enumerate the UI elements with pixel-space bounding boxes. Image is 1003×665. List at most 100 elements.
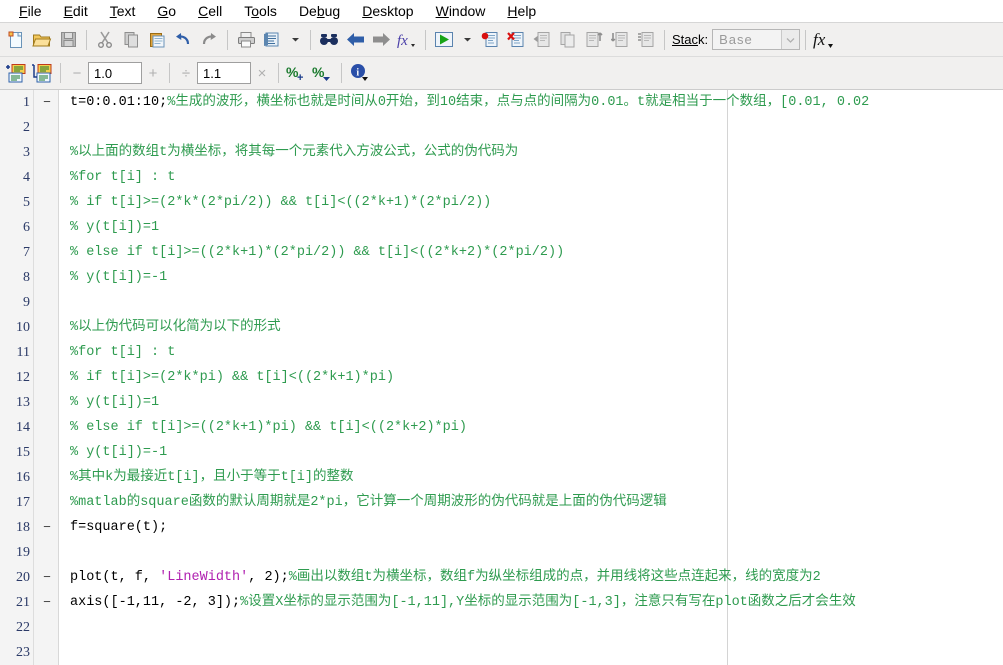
publish-icon[interactable]: [259, 27, 285, 53]
forward-arrow-icon[interactable]: [368, 27, 394, 53]
line-number: 19: [16, 545, 30, 560]
info-icon[interactable]: i: [347, 60, 373, 86]
code-line[interactable]: 14 % else if t[i]>=((2*k+1)*pi) && t[i]<(…: [0, 415, 1003, 440]
line-number: 2: [23, 120, 30, 135]
stack-dropdown[interactable]: Base: [712, 29, 801, 50]
executable-line-marker[interactable]: −: [40, 90, 54, 115]
toolbar-separator: [664, 29, 665, 50]
copy-icon[interactable]: [118, 27, 144, 53]
comment-decrease-icon[interactable]: %: [310, 60, 336, 86]
menu-item-cell[interactable]: Cell: [187, 1, 233, 21]
menu-item-desktop[interactable]: Desktop: [351, 1, 424, 21]
code-line[interactable]: 6 % y(t[i])=1: [0, 215, 1003, 240]
executable-line-marker[interactable]: −: [40, 515, 54, 540]
multiply-factor-input[interactable]: [197, 62, 251, 84]
decrease-button[interactable]: −: [66, 65, 88, 82]
toolbar-separator: [227, 29, 228, 50]
code-segment-comment: %for t[i] : t: [70, 345, 176, 360]
divide-factor-input[interactable]: [88, 62, 142, 84]
undo-icon[interactable]: [170, 27, 196, 53]
save-icon[interactable]: [55, 27, 81, 53]
increase-button[interactable]: +: [142, 65, 164, 82]
publish-dropdown-icon[interactable]: [285, 27, 305, 53]
code-line[interactable]: 21− axis([-1,11, -2, 3]);%设置X坐标的显示范围为[-1,…: [0, 590, 1003, 615]
code-line[interactable]: 19: [0, 540, 1003, 565]
code-line[interactable]: 20− plot(t, f, 'LineWidth', 2);%画出以数组t为横坐…: [0, 565, 1003, 590]
code-text: %for t[i] : t: [70, 165, 175, 190]
divide-button[interactable]: ÷: [175, 65, 197, 82]
menu-item-file[interactable]: File: [8, 1, 53, 21]
line-number: 20: [16, 570, 30, 585]
code-line[interactable]: 3 %以上面的数组t为横坐标，将其每一个元素代入方波公式，公式的伪代码为: [0, 140, 1003, 165]
code-text: % else if t[i]>=((2*k+1)*pi) && t[i]<((2…: [70, 415, 467, 440]
line-number: 6: [23, 220, 30, 235]
code-line[interactable]: 9: [0, 290, 1003, 315]
code-line[interactable]: 5 % if t[i]>=(2*k*(2*pi/2)) && t[i]<((2*k…: [0, 190, 1003, 215]
line-number: 8: [23, 270, 30, 285]
find-icon[interactable]: [316, 27, 342, 53]
menu-item-debug[interactable]: Debug: [288, 1, 351, 21]
executable-line-marker[interactable]: −: [40, 590, 54, 615]
code-line[interactable]: 1− t=0:0.01:10;%生成的波形，横坐标也就是时间从0开始，到10结束，…: [0, 90, 1003, 115]
code-segment-code: , 2);: [248, 570, 289, 585]
code-segment-comment: %for t[i] : t: [70, 170, 176, 185]
menu-item-go[interactable]: Go: [146, 1, 187, 21]
menu-item-help[interactable]: Help: [496, 1, 547, 21]
run-icon[interactable]: [431, 27, 457, 53]
main-toolbar: fx Stack: Base fx: [0, 23, 1003, 57]
code-line[interactable]: 2: [0, 115, 1003, 140]
step-out-icon[interactable]: [581, 27, 607, 53]
clear-breakpoints-icon[interactable]: [503, 27, 529, 53]
code-line[interactable]: 7 % else if t[i]>=((2*k+1)*(2*pi/2)) && t…: [0, 240, 1003, 265]
open-folder-icon[interactable]: [29, 27, 55, 53]
toolbar-separator: [60, 63, 61, 83]
code-line[interactable]: 12 % if t[i]>=(2*k*pi) && t[i]<((2*k+1)*p…: [0, 365, 1003, 390]
code-segment-comment: % if t[i]>=(2*k*pi) && t[i]<((2*k+1)*pi): [70, 370, 395, 385]
code-segment-comment: % y(t[i])=-1: [70, 270, 168, 285]
code-line[interactable]: 17 %matlab的square函数的默认周期就是2*pi，它计算一个周期波形的…: [0, 490, 1003, 515]
code-line[interactable]: 16 %其中k为最接近t[i]，且小于等于t[i]的整数: [0, 465, 1003, 490]
code-line[interactable]: 4 %for t[i] : t: [0, 165, 1003, 190]
code-lines: 1− t=0:0.01:10;%生成的波形，横坐标也就是时间从0开始，到10结束，…: [0, 90, 1003, 665]
back-arrow-icon[interactable]: [342, 27, 368, 53]
step-icon[interactable]: [555, 27, 581, 53]
menu-item-edit[interactable]: Edit: [53, 1, 99, 21]
insert-cell-break-icon[interactable]: [29, 60, 55, 86]
step-in-icon[interactable]: [529, 27, 555, 53]
toolbar-separator: [278, 63, 279, 83]
line-number: 10: [16, 320, 30, 335]
comment-increase-icon[interactable]: % +: [284, 60, 310, 86]
multiply-button[interactable]: ×: [251, 65, 273, 82]
code-line[interactable]: 8 % y(t[i])=-1: [0, 265, 1003, 290]
insert-cell-icon[interactable]: [3, 60, 29, 86]
code-line[interactable]: 18− f=square(t);: [0, 515, 1003, 540]
continue-icon[interactable]: [607, 27, 633, 53]
code-segment-comment: %matlab的square函数的默认周期就是2*pi，它计算一个周期波形的伪代…: [70, 495, 667, 510]
toolbar-separator: [341, 63, 342, 83]
paste-icon[interactable]: [144, 27, 170, 53]
executable-line-marker[interactable]: −: [40, 565, 54, 590]
code-line[interactable]: 13 % y(t[i])=1: [0, 390, 1003, 415]
print-icon[interactable]: [233, 27, 259, 53]
code-line[interactable]: 10 %以上伪代码可以化简为以下的形式: [0, 315, 1003, 340]
redo-icon[interactable]: [196, 27, 222, 53]
code-editor[interactable]: 1− t=0:0.01:10;%生成的波形，横坐标也就是时间从0开始，到10结束，…: [0, 90, 1003, 665]
run-dropdown-icon[interactable]: [457, 27, 477, 53]
code-line[interactable]: 22: [0, 615, 1003, 640]
chevron-down-icon[interactable]: [781, 30, 800, 49]
menu-item-tools[interactable]: Tools: [233, 1, 288, 21]
code-segment-comment: %设置X坐标的显示范围为[-1,11],Y坐标的显示范围为[-1,3]，注意只有…: [240, 595, 856, 610]
menu-item-window[interactable]: Window: [425, 1, 497, 21]
new-file-icon[interactable]: [3, 27, 29, 53]
cut-icon[interactable]: [92, 27, 118, 53]
exit-debug-icon[interactable]: [633, 27, 659, 53]
menu-item-text[interactable]: Text: [99, 1, 147, 21]
code-line[interactable]: 15 % y(t[i])=-1: [0, 440, 1003, 465]
toolbar-separator: [310, 29, 311, 50]
code-text: t=0:0.01:10;%生成的波形，横坐标也就是时间从0开始，到10结束，点与…: [70, 90, 869, 115]
function-hints-icon[interactable]: fx: [811, 27, 837, 53]
code-line[interactable]: 11 %for t[i] : t: [0, 340, 1003, 365]
function-browser-icon[interactable]: fx: [394, 27, 420, 53]
set-breakpoint-icon[interactable]: [477, 27, 503, 53]
code-line[interactable]: 23: [0, 640, 1003, 665]
